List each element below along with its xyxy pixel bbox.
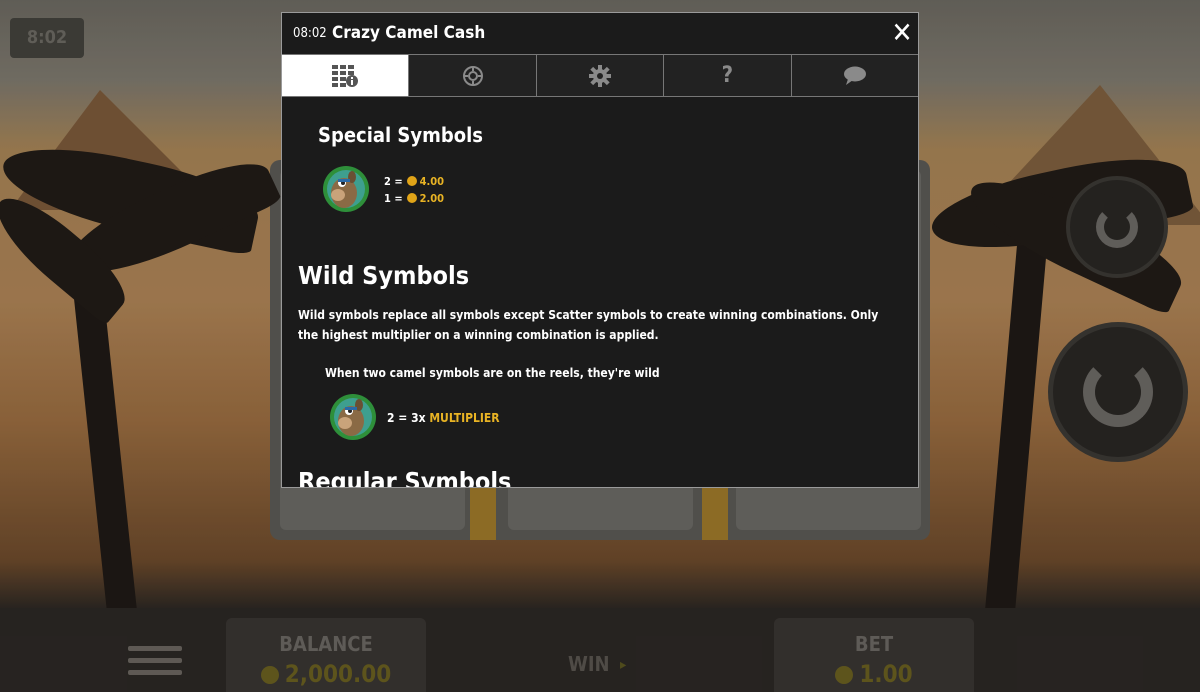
wild-symbols-note: When two camel symbols are on the reels,…	[325, 366, 660, 380]
wild-multiplier-row: 2 = 3x MULTIPLIER	[387, 411, 500, 425]
paytable-modal: 08:02 Crazy Camel Cash ✕ ? Special Symbo…	[281, 12, 919, 488]
tab-chat[interactable]	[791, 55, 919, 96]
chat-bubble-icon	[843, 66, 866, 85]
paytable-icon	[332, 64, 359, 87]
multiplier-count: 2 = 3x	[387, 411, 426, 425]
payout-value: 4.00	[419, 175, 445, 188]
camel-wild-icon	[330, 394, 376, 440]
modal-header: 08:02 Crazy Camel Cash ✕	[282, 13, 918, 54]
gear-icon	[589, 64, 612, 87]
payout-count: 2 =	[384, 175, 403, 188]
payout-count: 1 =	[384, 192, 403, 205]
coin-icon	[406, 193, 417, 203]
special-payout-row: 2 = 4.00	[384, 175, 444, 188]
paytable-content[interactable]: Special Symbols 2 = 4.00 1 = 2.00 Wild Sym…	[282, 97, 918, 487]
special-symbols-title: Special Symbols	[318, 123, 483, 147]
tab-game-rules[interactable]	[409, 55, 537, 96]
special-payout-row: 1 = 2.00	[384, 192, 444, 205]
camel-scatter-icon	[323, 166, 369, 212]
question-icon: ?	[721, 63, 734, 88]
multiplier-label: MULTIPLIER	[429, 411, 500, 425]
close-icon[interactable]: ✕	[888, 17, 916, 49]
payout-value: 2.00	[419, 192, 445, 205]
tab-help[interactable]: ?	[664, 55, 792, 96]
modal-title: Crazy Camel Cash	[332, 23, 486, 43]
regular-symbols-title: Regular Symbols	[298, 467, 512, 487]
wild-symbols-title: Wild Symbols	[298, 261, 470, 290]
modal-tabs: ?	[282, 54, 919, 97]
coin-icon	[406, 176, 417, 186]
modal-clock: 08:02	[293, 26, 327, 41]
tab-settings[interactable]	[536, 55, 665, 96]
tab-paytable[interactable]	[282, 55, 410, 96]
wild-symbols-description: Wild symbols replace all symbols except …	[298, 308, 879, 342]
rules-icon	[462, 65, 483, 86]
